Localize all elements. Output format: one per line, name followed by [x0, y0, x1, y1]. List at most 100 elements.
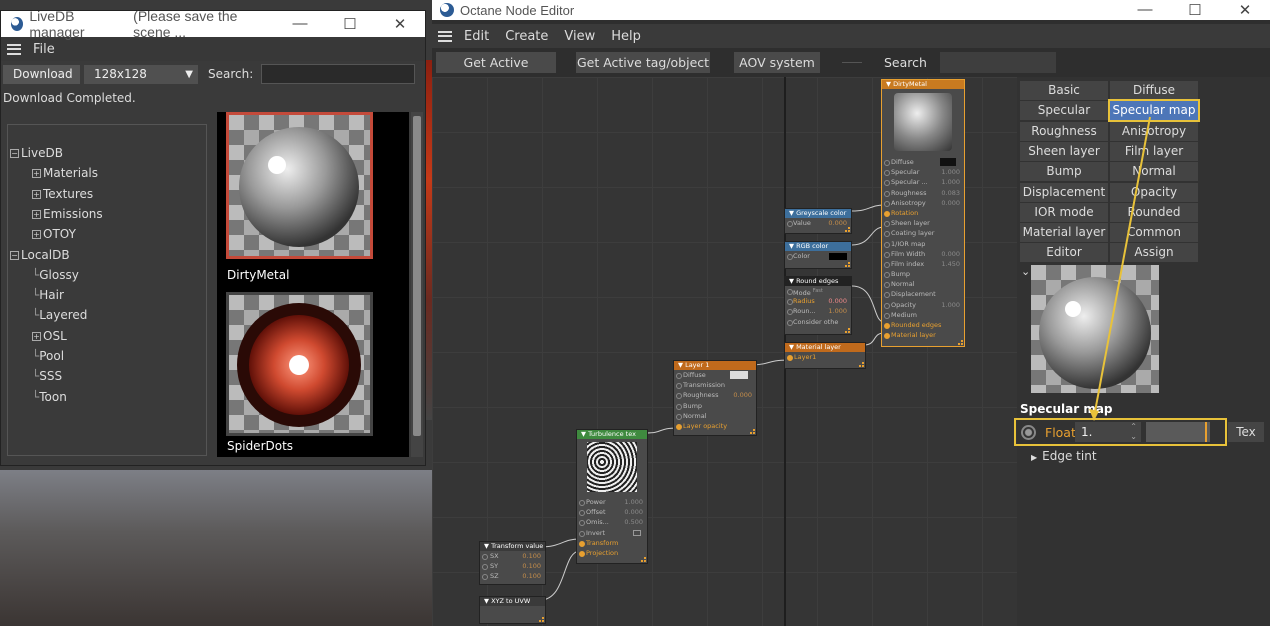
node-layer-1[interactable]: ▼ Layer 1 Diffuse Transmission Roughness… [673, 360, 757, 436]
dirtymetal-input-row[interactable]: Rotation [882, 208, 964, 218]
node-graph-canvas[interactable]: ▼ DirtyMetal Diffuse Specular 1.000 Specula… [432, 77, 1017, 626]
resize-handle[interactable] [958, 340, 963, 345]
dirtymetal-input-row[interactable]: Rounded edges [882, 320, 964, 330]
menu-create[interactable]: Create [505, 29, 548, 44]
tree-item-glossy[interactable]: └Glossy [32, 265, 79, 285]
get-active-material-button[interactable]: Get Active material [436, 52, 556, 91]
hamburger-menu-icon[interactable] [7, 43, 21, 55]
layer1-bump-row[interactable]: Bump [674, 401, 756, 411]
dirtymetal-input-row[interactable]: Displacement [882, 289, 964, 299]
dirtymetal-input-row[interactable]: Roughness 0.083 [882, 188, 964, 198]
dirtymetal-input-row[interactable]: Specular 1.000 [882, 167, 964, 177]
matlayer-layer1-row[interactable]: Layer1 [785, 352, 865, 362]
tree-expander-icon[interactable]: + [32, 169, 41, 179]
turbulence-input-row[interactable]: Transform [577, 538, 647, 548]
tree-expander-icon[interactable]: + [32, 331, 41, 341]
dirtymetal-input-row[interactable]: Film index 1.450 [882, 259, 964, 269]
menu-file[interactable]: File [33, 42, 55, 57]
tree-expander-icon[interactable]: + [32, 230, 41, 240]
octane-titlebar[interactable]: Octane Node Editor — ☐ ✕ [432, 0, 1270, 20]
resize-handle[interactable] [539, 617, 544, 622]
dirtymetal-input-row[interactable]: Specular ... 1.000 [882, 177, 964, 187]
tree-item-otoy[interactable]: + OTOY [32, 224, 76, 244]
resize-handle[interactable] [641, 557, 646, 562]
thumb-spiderdots[interactable] [226, 292, 373, 436]
thumbnail-scrollbar[interactable] [411, 112, 423, 457]
aov-system-button[interactable]: AOV system [734, 52, 820, 73]
transform-input-row[interactable]: SY 0.100 [480, 561, 545, 571]
layer1-transmission-row[interactable]: Transmission [674, 380, 756, 390]
dirtymetal-input-row[interactable]: Medium [882, 310, 964, 320]
resize-handle[interactable] [750, 429, 755, 434]
turbulence-input-row[interactable]: Omis... 0.500 [577, 517, 647, 527]
tree-item-hair[interactable]: └Hair [32, 285, 64, 305]
close-icon[interactable]: ✕ [1220, 1, 1270, 19]
node-dirtymetal[interactable]: ▼ DirtyMetal Diffuse Specular 1.000 Specula… [881, 79, 965, 347]
menu-help[interactable]: Help [611, 29, 641, 44]
turbulence-input-row[interactable]: Power 1.000 [577, 497, 647, 507]
resize-handle[interactable] [845, 227, 850, 232]
layer1-diffuse-row[interactable]: Diffuse [674, 370, 756, 380]
resize-handle[interactable] [859, 362, 864, 367]
node-transform-value[interactable]: ▼ Transform value SX 0.100 SY 0.100 SZ 0.100 [479, 541, 546, 585]
dirtymetal-input-row[interactable]: Film Width 0.000 [882, 249, 964, 259]
minimize-icon[interactable]: — [1120, 1, 1170, 19]
livedb-titlebar[interactable]: LiveDB manager (Please save the scene ..… [1, 8, 425, 40]
round-roun-row[interactable]: Roun... 1.000 [785, 306, 851, 316]
dirtymetal-input-row[interactable]: Material layer [882, 330, 964, 340]
maximize-icon[interactable]: ☐ [325, 15, 375, 33]
resize-handle[interactable] [845, 328, 850, 333]
dirtymetal-input-row[interactable]: Normal [882, 279, 964, 289]
dirtymetal-input-row[interactable]: Bump [882, 269, 964, 279]
dirtymetal-input-row[interactable]: Coating layer [882, 228, 964, 238]
download-button[interactable]: Download [3, 64, 80, 84]
tree-item-pool[interactable]: └Pool [32, 346, 64, 366]
invert-checkbox[interactable] [633, 529, 641, 536]
dirtymetal-input-row[interactable]: Anisotropy 0.000 [882, 198, 964, 208]
turbulence-input-row[interactable]: Offset 0.000 [577, 507, 647, 517]
dirtymetal-input-row[interactable]: Diffuse [882, 157, 964, 167]
node-xyz-to-uvw[interactable]: ▼ XYZ to UVW [479, 596, 546, 624]
dirtymetal-input-row[interactable]: Opacity 1.000 [882, 300, 964, 310]
menu-view[interactable]: View [564, 29, 595, 44]
scrollbar-thumb[interactable] [413, 116, 421, 436]
search-input[interactable] [261, 64, 416, 84]
node-round-edges[interactable]: ▼ Round edges Mode Fast Radius 0.000 Roun… [784, 276, 852, 335]
rgb-color-row[interactable]: Color [785, 251, 851, 261]
tree-item-materials[interactable]: + Materials [32, 163, 98, 183]
tree-item-toon[interactable]: └Toon [32, 387, 67, 407]
node-turbulence-tex[interactable]: ▼ Turbulence tex Power 1.000 Offset 0.000 Om… [576, 429, 648, 564]
tree-item-sss[interactable]: └SSS [32, 366, 62, 386]
maximize-icon[interactable]: ☐ [1170, 1, 1220, 19]
node-rgb-color[interactable]: ▼ RGB color Color [784, 241, 852, 269]
get-active-tag-button[interactable]: Get Active tag/object [576, 52, 710, 73]
transform-input-row[interactable]: SZ 0.100 [480, 571, 545, 581]
minimize-icon[interactable]: — [275, 15, 325, 33]
tree-expander-icon[interactable]: + [32, 189, 41, 199]
layer1-layer-opacity-row[interactable]: Layer opacity [674, 421, 756, 431]
tree-expander-icon[interactable]: + [32, 209, 41, 219]
layer1-normal-row[interactable]: Normal [674, 411, 756, 421]
tree-item-osl[interactable]: + OSL [32, 326, 67, 346]
tree-expander-icon[interactable]: − [10, 149, 19, 158]
tree-item-emissions[interactable]: + Emissions [32, 204, 103, 224]
round-radius-row[interactable]: Radius 0.000 [785, 296, 851, 306]
search-input[interactable] [940, 52, 1056, 73]
tree-item-textures[interactable]: + Textures [32, 184, 93, 204]
resize-handle[interactable] [845, 262, 850, 267]
tree-item-localdb[interactable]: − LocalDB [10, 245, 70, 265]
round-consider-row[interactable]: Consider othe [785, 317, 851, 327]
turbulence-input-row[interactable]: Invert [577, 528, 647, 538]
size-select[interactable]: 128x128 ▼ [84, 64, 198, 84]
node-material-layer[interactable]: ▼ Material layer Layer1 [784, 342, 866, 369]
tree-item-livedb[interactable]: − LiveDB [10, 143, 63, 163]
transform-input-row[interactable]: SX 0.100 [480, 551, 545, 561]
tree-item-layered[interactable]: └Layered [32, 305, 87, 325]
turbulence-input-row[interactable]: Projection [577, 548, 647, 558]
greyscale-value-row[interactable]: Value 0.000 [785, 218, 851, 228]
close-icon[interactable]: ✕ [375, 15, 425, 33]
node-greyscale-color[interactable]: ▼ Greyscale color Value 0.000 [784, 208, 852, 234]
layer1-roughness-row[interactable]: Roughness 0.000 [674, 390, 756, 400]
round-mode-row[interactable]: Mode Fast [785, 286, 851, 297]
dirtymetal-input-row[interactable]: 1/IOR map [882, 239, 964, 249]
